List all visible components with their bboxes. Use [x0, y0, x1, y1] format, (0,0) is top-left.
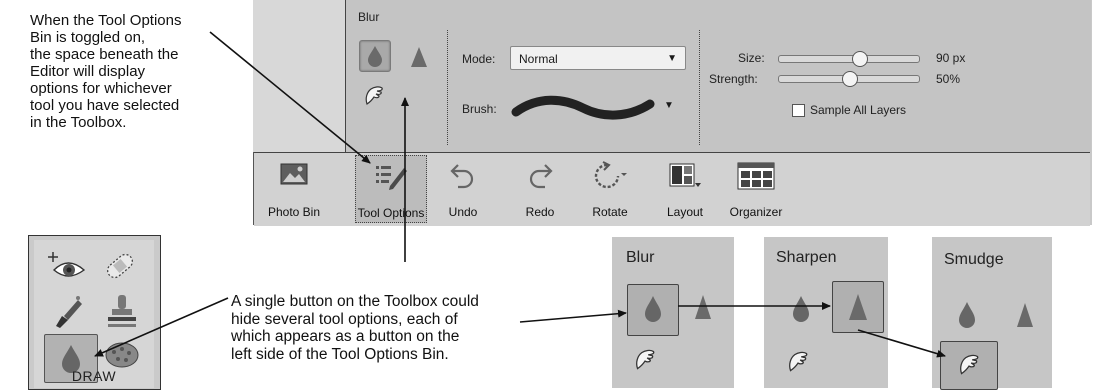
arrow-sharpen-to-smudge [857, 329, 946, 358]
arrow-to-mini-blur [519, 309, 627, 323]
arrow-to-tool-options [209, 31, 371, 164]
annotation-arrows [94, 31, 946, 358]
arrow-to-toolbox-blur [94, 297, 229, 357]
